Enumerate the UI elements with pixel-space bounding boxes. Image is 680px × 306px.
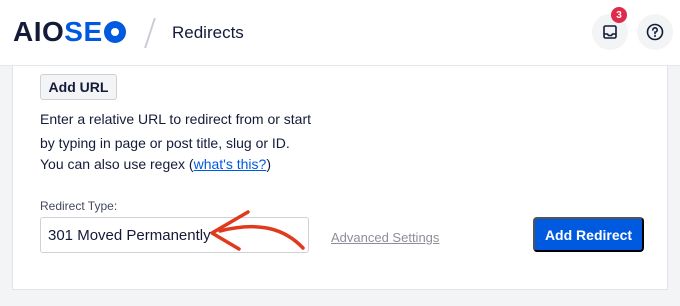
page-title: Redirects [172,23,244,42]
logo-text-aio: AIO [13,16,65,47]
annotation-arrow-icon [210,210,305,251]
help-text-line-1: Enter a relative URL to redirect from or… [40,111,312,127]
help-text-suffix: ) [266,156,271,172]
redirect-type-value: 301 Moved Permanently [48,226,211,244]
inbox-icon [603,25,617,39]
breadcrumb-separator [144,18,156,48]
help-circle-icon [646,23,664,41]
help-text-line-3: You can also use regex (what's this?) [40,156,271,172]
notification-count-badge: 3 [611,7,627,23]
help-button[interactable] [637,14,673,50]
advanced-settings-link[interactable]: Advanced Settings [331,230,439,245]
add-url-button[interactable]: Add URL [40,74,117,100]
help-text-prefix: You can also use regex ( [40,156,194,172]
aioseo-logo[interactable]: AIO SE [13,18,126,46]
redirect-type-label: Redirect Type: [40,199,118,213]
top-bar: AIO SE Redirects 3 [0,0,680,66]
gear-icon [103,21,126,43]
add-redirect-button[interactable]: Add Redirect [533,217,644,252]
help-text-line-2: by typing in page or post title, slug or… [40,135,290,151]
logo-text-se: SE [64,16,103,47]
regex-help-link[interactable]: what's this? [194,156,267,172]
